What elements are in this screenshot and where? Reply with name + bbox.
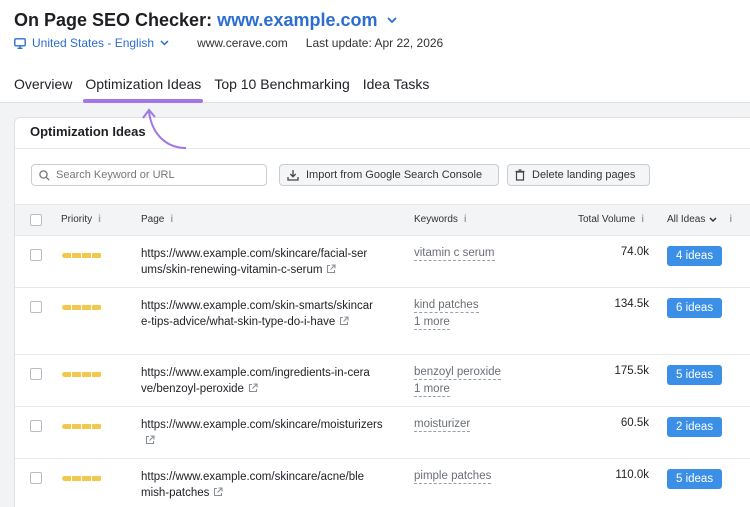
tab-optimization-ideas[interactable]: Optimization Ideas: [83, 76, 204, 103]
total-volume: 110.0k: [615, 469, 649, 481]
tool-title: On Page SEO Checker:: [14, 10, 213, 30]
external-link-icon[interactable]: [339, 315, 349, 331]
site-url: www.cerave.com: [197, 36, 288, 50]
ideas-button[interactable]: 2 ideas: [667, 417, 723, 437]
optimization-ideas-panel: Optimization Ideas Import from Google Se…: [14, 117, 750, 507]
delete-landing-pages-button[interactable]: Delete landing pages: [507, 164, 650, 186]
table-row: https://www.example.com/skincare/acne/bl…: [15, 459, 750, 507]
annotation-arrow: [142, 108, 187, 149]
panel-title: Optimization Ideas: [30, 124, 146, 139]
last-update: Last update: Apr 22, 2026: [305, 36, 444, 50]
column-total-volume[interactable]: Total Volume i: [578, 214, 644, 225]
external-link-icon[interactable]: [145, 434, 155, 450]
keywords-cell: kind patches 1 more: [414, 298, 479, 332]
column-priority[interactable]: Priority i: [61, 214, 101, 225]
chevron-down-icon: [160, 40, 169, 46]
external-link-icon[interactable]: [326, 263, 337, 279]
tab-top-10-benchmarking[interactable]: Top 10 Benchmarking: [214, 76, 349, 102]
page-url-link[interactable]: https://www.example.com/skincare/moistur…: [141, 419, 383, 431]
info-icon[interactable]: i: [729, 214, 732, 225]
keyword-link[interactable]: pimple patches: [414, 469, 492, 484]
column-page-label: Page: [141, 214, 165, 225]
domain-selector[interactable]: www.example.com: [217, 10, 377, 30]
row-checkbox[interactable]: [30, 249, 42, 261]
keywords-cell: moisturizer: [414, 417, 471, 434]
total-volume: 175.5k: [614, 365, 649, 377]
table-row: https://www.example.com/skin-smarts/skin…: [15, 288, 750, 355]
priority-indicator: [62, 372, 102, 377]
priority-indicator: [62, 424, 102, 429]
import-gsc-label: Import from Google Search Console: [306, 169, 483, 181]
info-icon[interactable]: i: [98, 214, 101, 225]
keywords-cell: pimple patches: [414, 469, 492, 486]
table-row: https://www.example.com/ingredients-in-c…: [15, 355, 750, 407]
delete-landing-pages-label: Delete landing pages: [532, 169, 636, 181]
keyword-link[interactable]: moisturizer: [414, 417, 471, 432]
search-icon: [39, 169, 50, 181]
external-link-icon[interactable]: [248, 382, 258, 398]
all-ideas-label: All Ideas: [667, 214, 706, 225]
keyword-link[interactable]: vitamin c serum: [414, 246, 495, 261]
total-volume: 74.0k: [620, 246, 649, 258]
chevron-down-icon[interactable]: [386, 8, 397, 29]
keyword-link[interactable]: kind patches: [414, 298, 479, 313]
table-row: https://www.example.com/skincare/facial-…: [15, 236, 750, 288]
table-row: https://www.example.com/skincare/moistur…: [15, 407, 750, 459]
page-url-link[interactable]: https://www.example.com/skin-smarts/skin…: [141, 300, 373, 328]
page-title: On Page SEO Checker: www.example.com: [14, 8, 397, 31]
page-url: https://www.example.com/skincare/moistur…: [141, 417, 386, 450]
total-volume: 60.5k: [620, 417, 649, 429]
priority-indicator: [62, 253, 102, 258]
column-total-volume-label: Total Volume: [578, 214, 636, 225]
search-input[interactable]: [56, 169, 256, 181]
row-checkbox[interactable]: [30, 472, 42, 484]
priority-indicator: [62, 305, 102, 310]
more-keywords-link[interactable]: 1 more: [414, 382, 450, 397]
external-link-icon[interactable]: [213, 486, 223, 502]
table-header: Priority i Page i Keywords i Total Volume i …: [15, 204, 750, 236]
trash-icon: [515, 169, 525, 181]
more-keywords-link[interactable]: 1 more: [414, 315, 450, 330]
page-url: https://www.example.com/skincare/acne/bl…: [141, 469, 373, 502]
column-priority-label: Priority: [61, 214, 93, 225]
keywords-cell: vitamin c serum: [414, 246, 495, 263]
row-checkbox[interactable]: [30, 368, 42, 380]
page-url: https://www.example.com/ingredients-in-c…: [141, 365, 373, 398]
download-icon: [287, 170, 299, 181]
page-header: On Page SEO Checker: www.example.com Uni…: [0, 0, 750, 103]
column-keywords[interactable]: Keywords i: [414, 214, 467, 225]
info-icon[interactable]: i: [464, 214, 467, 225]
keyword-link[interactable]: benzoyl peroxide: [414, 365, 501, 380]
select-all-checkbox[interactable]: [30, 214, 42, 226]
total-volume: 134.5k: [614, 298, 649, 310]
info-icon[interactable]: i: [170, 214, 173, 225]
ideas-button[interactable]: 6 ideas: [667, 298, 723, 318]
ideas-button[interactable]: 4 ideas: [667, 246, 723, 266]
location-label: United States - English: [32, 36, 155, 50]
location-selector[interactable]: United States - English: [14, 36, 175, 50]
priority-indicator: [62, 476, 102, 481]
info-icon[interactable]: i: [641, 214, 644, 225]
column-page[interactable]: Page i: [141, 214, 173, 225]
ideas-button[interactable]: 5 ideas: [667, 365, 723, 385]
divider: [15, 148, 750, 149]
column-keywords-label: Keywords: [414, 214, 458, 225]
page-url: https://www.example.com/skincare/facial-…: [141, 246, 373, 279]
search-box[interactable]: [31, 164, 267, 186]
tab-bar: Overview Optimization Ideas Top 10 Bench…: [14, 76, 442, 103]
page-url: https://www.example.com/skin-smarts/skin…: [141, 298, 373, 331]
tab-overview[interactable]: Overview: [14, 76, 72, 102]
import-gsc-button[interactable]: Import from Google Search Console: [279, 164, 499, 186]
chevron-down-icon: [709, 216, 717, 222]
row-checkbox[interactable]: [30, 301, 42, 313]
monitor-icon: [14, 37, 26, 49]
all-ideas-filter[interactable]: All Ideas i: [667, 214, 732, 225]
tab-idea-tasks[interactable]: Idea Tasks: [363, 76, 430, 102]
project-meta: United States - English www.cerave.com L…: [14, 36, 443, 50]
keywords-cell: benzoyl peroxide 1 more: [414, 365, 501, 399]
page-url-link[interactable]: https://www.example.com/skincare/acne/bl…: [141, 471, 364, 499]
row-checkbox[interactable]: [30, 420, 42, 432]
ideas-button[interactable]: 5 ideas: [667, 469, 723, 489]
